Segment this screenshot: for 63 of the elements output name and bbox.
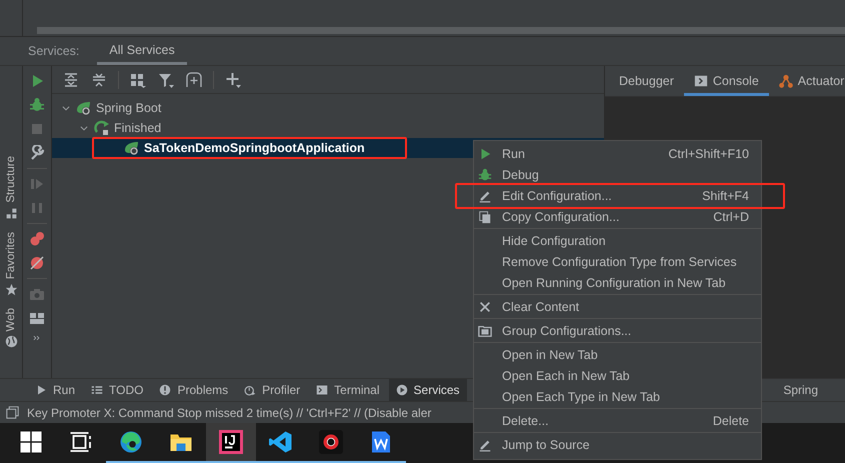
breakpoints-icon[interactable]: [28, 230, 46, 248]
status-message: Key Promoter X: Command Stop missed 2 time(s) // 'Ctrl+F2' // (Disable aler: [27, 406, 432, 420]
tool-window-button[interactable]: Run: [28, 379, 82, 401]
add-service-icon[interactable]: [185, 70, 203, 88]
notification-icon: [6, 406, 19, 419]
tree-item-label[interactable]: Finished: [114, 121, 162, 135]
menu-item[interactable]: Delete... Delete: [474, 410, 761, 431]
more-icon: [32, 333, 42, 343]
folder-icon: [478, 324, 492, 338]
menu-item[interactable]: Jump to Source: [474, 434, 761, 455]
terminal-icon: [316, 384, 328, 396]
expand-all-icon[interactable]: [62, 70, 80, 88]
side-tool-button[interactable]: Favorites: [4, 232, 18, 296]
actuator-icon: [778, 74, 793, 88]
menu-item[interactable]: Copy Configuration... Ctrl+D: [474, 206, 761, 227]
side-tool-button[interactable]: Web: [4, 308, 18, 348]
tool-window-button[interactable]: Spring: [776, 379, 825, 401]
menu-item[interactable]: Open Each Type in New Tab: [474, 386, 761, 407]
copy-icon: [478, 210, 492, 224]
bug-icon[interactable]: [28, 96, 46, 114]
star-icon: [4, 282, 18, 296]
tree-item[interactable]: Spring Boot: [76, 99, 162, 117]
menu-item[interactable]: Hide Configuration: [474, 230, 761, 251]
pencil-icon: [478, 188, 492, 202]
ide-icon[interactable]: [206, 423, 256, 463]
spring-leaf-icon: [76, 100, 92, 116]
menu-item[interactable]: Remove Configuration Type from Services: [474, 251, 761, 272]
tab[interactable]: All Services: [97, 37, 187, 65]
tab[interactable]: Debugger: [609, 68, 684, 96]
pencil-icon: [478, 438, 492, 452]
menu-item[interactable]: Run Ctrl+Shift+F10: [474, 143, 761, 164]
tool-window-button[interactable]: Terminal: [309, 379, 387, 401]
menu-item[interactable]: Open Each in New Tab: [474, 365, 761, 386]
menu-item[interactable]: Debug: [474, 164, 761, 185]
rerun-icon: [94, 120, 110, 136]
bug-icon: [478, 168, 492, 182]
globe-icon: [4, 335, 18, 348]
tree-item-label[interactable]: Spring Boot: [96, 101, 162, 115]
structure-icon: [4, 206, 18, 220]
play-circle-icon: [396, 384, 408, 396]
scrollbar[interactable]: [37, 27, 845, 34]
close-icon: [478, 300, 492, 314]
panel-title: Services:: [28, 44, 80, 58]
add-icon[interactable]: [224, 70, 242, 88]
side-tool-button[interactable]: Structure: [4, 156, 18, 220]
mute-breakpoints-icon[interactable]: [28, 254, 46, 272]
menu-item[interactable]: Group Configurations...: [474, 320, 761, 341]
list-icon: [91, 384, 104, 396]
menu-item[interactable]: Open Running Configuration in New Tab: [474, 272, 761, 293]
collapse-all-icon[interactable]: [90, 70, 108, 88]
console-icon: [694, 74, 708, 88]
alert-icon: [159, 384, 172, 396]
menu-item[interactable]: Open in New Tab: [474, 344, 761, 365]
menu-item[interactable]: Clear Content: [474, 296, 761, 317]
tree-item[interactable]: Finished: [94, 119, 162, 137]
run-icon: [35, 384, 47, 396]
tool-window-button[interactable]: Services: [388, 379, 467, 401]
tab[interactable]: Actuator: [768, 68, 845, 96]
stopwatch-icon: [244, 384, 256, 396]
tool-window-button[interactable]: TODO: [84, 379, 150, 401]
tool-window-button[interactable]: Profiler: [237, 379, 308, 401]
tool-window-button[interactable]: Problems: [152, 379, 236, 401]
spring-leaf-icon: [124, 140, 140, 156]
